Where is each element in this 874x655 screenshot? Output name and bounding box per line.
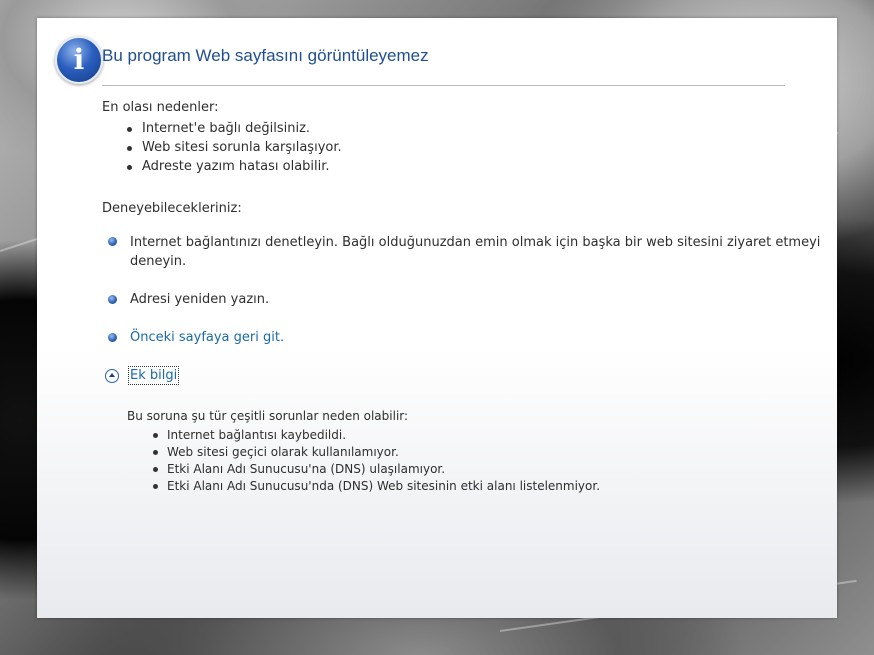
causes-heading: En olası nedenler:: [102, 100, 219, 115]
try-heading: Deneyebilecekleriniz:: [102, 201, 242, 216]
more-info-item: Etki Alanı Adı Sunucusu'nda (DNS) Web si…: [167, 479, 601, 493]
bullet-icon: [153, 450, 158, 455]
blue-bullet-icon: [108, 237, 117, 246]
blue-bullet-icon: [108, 333, 117, 342]
try-item-retype: Adresi yeniden yazın.: [130, 292, 270, 307]
go-back-link[interactable]: Önceki sayfaya geri git.: [130, 330, 284, 345]
more-info-link[interactable]: Ek bilgi: [127, 366, 180, 385]
bullet-icon: [127, 146, 132, 151]
cause-item: Web sitesi sorunla karşılaşıyor.: [142, 140, 342, 155]
bullet-icon: [153, 467, 158, 472]
cause-item: Internet'e bağlı değilsiniz.: [142, 121, 311, 136]
more-info-heading: Bu soruna şu tür çeşitli sorunlar neden …: [127, 409, 409, 423]
try-item-line: Internet bağlantınızı denetleyin. Bağlı …: [130, 235, 821, 250]
bullet-icon: [153, 484, 158, 489]
collapse-arrow-icon[interactable]: [105, 369, 119, 383]
more-info-item: Etki Alanı Adı Sunucusu'na (DNS) ulaşıla…: [167, 462, 446, 476]
cause-item: Adreste yazım hatası olabilir.: [142, 159, 330, 174]
more-info-item: Internet bağlantısı kaybedildi.: [167, 428, 347, 442]
error-page-panel: i Bu program Web sayfasını görüntüleyeme…: [37, 18, 837, 618]
bullet-icon: [153, 433, 158, 438]
info-icon: i: [55, 36, 103, 84]
bullet-icon: [127, 127, 132, 132]
try-item-line: deneyin.: [130, 254, 187, 269]
blue-bullet-icon: [108, 295, 117, 304]
bullet-icon: [127, 165, 132, 170]
more-info-item: Web sitesi geçici olarak kullanılamıyor.: [167, 445, 399, 459]
page-title: Bu program Web sayfasını görüntüleyemez: [102, 46, 429, 65]
title-divider: [102, 85, 785, 86]
